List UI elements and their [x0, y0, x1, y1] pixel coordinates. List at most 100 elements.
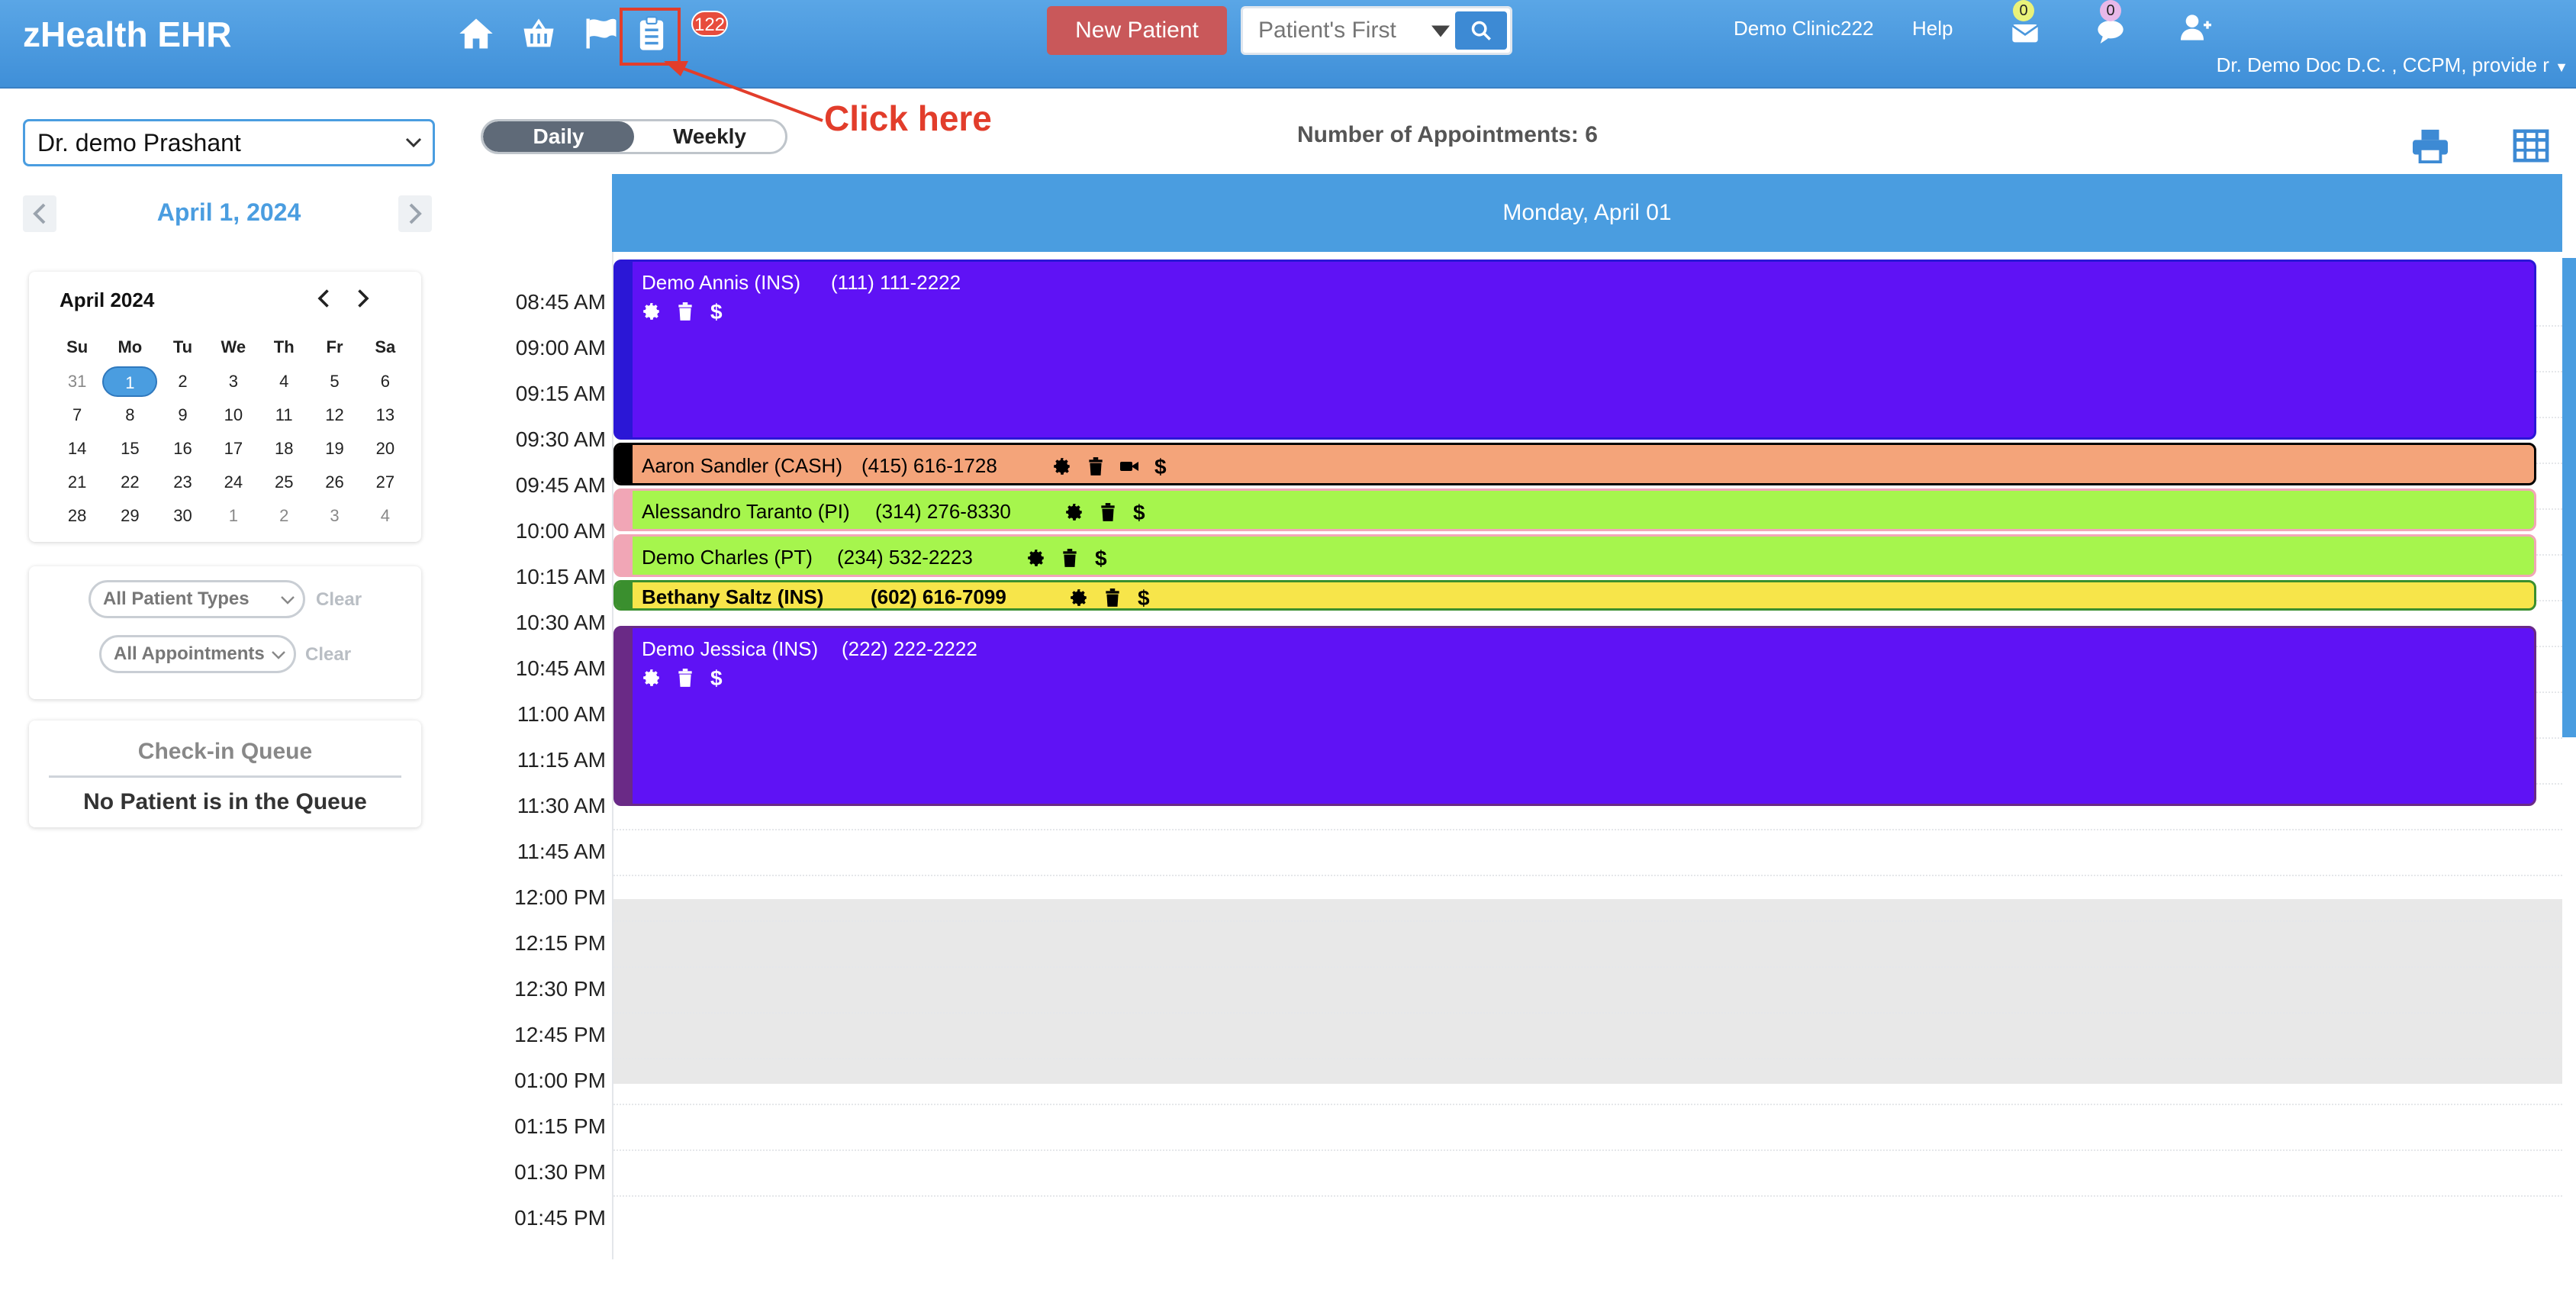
trash-icon[interactable] [675, 301, 695, 321]
search-type-dropdown-icon[interactable] [1429, 22, 1452, 40]
clear-appointment-button[interactable]: Clear [305, 644, 351, 666]
calendar-day[interactable]: 11 [259, 398, 309, 432]
gear-icon[interactable] [1069, 588, 1089, 608]
app-title[interactable]: zHealth EHR [23, 14, 231, 55]
calendar-day[interactable]: 13 [360, 398, 411, 432]
calendar-day[interactable]: 4 [360, 499, 411, 533]
calendar-day[interactable]: 31 [52, 365, 102, 398]
calendar-day[interactable]: 3 [208, 365, 259, 398]
patient-type-filter[interactable]: All Patient Types [89, 580, 305, 618]
appointment-patient-name[interactable]: Aaron Sandler (CASH) [642, 454, 842, 478]
gear-icon[interactable] [1064, 502, 1084, 522]
user-menu[interactable]: Dr. Demo Doc D.C. , CCPM, provide r ▼ [2217, 53, 2568, 77]
calendar-day[interactable]: 30 [157, 499, 208, 533]
calendar-day[interactable]: 16 [157, 432, 208, 466]
dollar-icon[interactable]: $ [1095, 546, 1107, 571]
trash-icon[interactable] [1086, 456, 1106, 476]
appointment-block[interactable]: Aaron Sandler (CASH) (415) 616-1728 $ [613, 443, 2536, 485]
calendar-day[interactable]: 1 [102, 365, 158, 398]
video-icon[interactable] [1119, 456, 1139, 476]
calendar-day[interactable]: 2 [259, 499, 309, 533]
calendar-prev-month-icon[interactable] [313, 287, 336, 310]
appointment-patient-name[interactable]: Demo Jessica (INS) [642, 637, 818, 661]
calendar-day[interactable]: 2 [157, 365, 208, 398]
gear-icon[interactable] [642, 301, 662, 321]
dollar-icon[interactable]: $ [710, 300, 723, 324]
calendar-day[interactable]: 6 [360, 365, 411, 398]
dollar-icon[interactable]: $ [1138, 586, 1150, 608]
calendar-day[interactable]: 17 [208, 432, 259, 466]
appointment-patient-name[interactable]: Alessandro Taranto (PI) [642, 500, 850, 524]
appointment-patient-name[interactable]: Demo Charles (PT) [642, 546, 813, 569]
mail-icon[interactable] [2010, 17, 2040, 47]
new-patient-button[interactable]: New Patient [1047, 6, 1227, 55]
trash-icon[interactable] [675, 668, 695, 688]
calendar-day[interactable]: 29 [102, 499, 157, 533]
calendar-day[interactable]: 7 [52, 398, 102, 432]
calendar-grid: Su Mo Tu We Th Fr Sa 31 1 2 3 4 5 6 7 8 9 10 11 12 13 14 15 16… [52, 330, 411, 533]
calendar-day[interactable]: 24 [208, 466, 259, 499]
appointment-patient-name[interactable]: Bethany Saltz (INS) [642, 585, 823, 608]
home-icon[interactable] [456, 14, 496, 53]
dollar-icon[interactable]: $ [1133, 501, 1145, 525]
trash-icon[interactable] [1103, 588, 1122, 608]
grid-view-icon[interactable] [2512, 128, 2550, 163]
trash-icon[interactable] [1098, 502, 1118, 522]
scrollbar[interactable] [2562, 258, 2576, 737]
clear-patient-type-button[interactable]: Clear [316, 589, 362, 611]
help-link[interactable]: Help [1912, 17, 1953, 40]
appointment-block[interactable]: Bethany Saltz (INS) (602) 616-7099 $ [613, 580, 2536, 611]
gear-icon[interactable] [1026, 548, 1046, 568]
flag-icon[interactable] [581, 14, 621, 53]
appointment-block[interactable]: Alessandro Taranto (PI) (314) 276-8330 $ [613, 488, 2536, 531]
calendar-day[interactable]: 20 [360, 432, 411, 466]
calendar-day[interactable]: 21 [52, 466, 102, 499]
calendar-day[interactable]: 23 [157, 466, 208, 499]
gear-icon[interactable] [1052, 456, 1072, 476]
calendar-day[interactable]: 27 [360, 466, 411, 499]
calendar-day[interactable]: 14 [52, 432, 102, 466]
chat-icon[interactable] [2095, 17, 2126, 47]
calendar-day[interactable]: 18 [259, 432, 309, 466]
appointment-patient-name[interactable]: Demo Annis (INS) [642, 271, 800, 295]
basket-icon[interactable] [519, 14, 559, 53]
divider [49, 775, 401, 778]
calendar-day[interactable]: 22 [102, 466, 157, 499]
next-day-button[interactable] [398, 195, 432, 232]
patient-search-input[interactable] [1258, 8, 1426, 53]
tab-weekly[interactable]: Weekly [634, 121, 785, 152]
appointment-block[interactable]: Demo Charles (PT) (234) 532-2223 $ [613, 534, 2536, 577]
calendar-day[interactable]: 1 [208, 499, 259, 533]
provider-select[interactable]: Dr. demo Prashant [23, 119, 435, 166]
clinic-name[interactable]: Demo Clinic222 [1734, 17, 1874, 40]
calendar-day[interactable]: 3 [309, 499, 359, 533]
calendar-day[interactable]: 15 [102, 432, 157, 466]
time-slot-line [613, 1149, 2562, 1151]
appointment-filter[interactable]: All Appointments [99, 635, 296, 673]
calendar-day[interactable]: 5 [309, 365, 359, 398]
calendar-day[interactable]: 26 [309, 466, 359, 499]
print-icon[interactable] [2411, 128, 2449, 163]
trash-icon[interactable] [1060, 548, 1080, 568]
calendar-next-month-icon[interactable] [351, 287, 374, 310]
gear-icon[interactable] [642, 668, 662, 688]
calendar-day[interactable]: 19 [309, 432, 359, 466]
calendar-day[interactable]: 28 [52, 499, 102, 533]
calendar-day[interactable]: 9 [157, 398, 208, 432]
calendar-day[interactable]: 25 [259, 466, 309, 499]
dollar-icon[interactable]: $ [710, 666, 723, 691]
calendar-day[interactable]: 10 [208, 398, 259, 432]
calendar-day[interactable]: 8 [102, 398, 157, 432]
search-button[interactable] [1455, 11, 1507, 50]
tab-daily[interactable]: Daily [483, 121, 634, 152]
appointment-block[interactable]: Demo Annis (INS) (111) 111-2222 $ [613, 260, 2536, 440]
appointment-block[interactable]: Demo Jessica (INS) (222) 222-2222 $ [613, 626, 2536, 806]
calendar-day[interactable]: 4 [259, 365, 309, 398]
dollar-icon[interactable]: $ [1154, 455, 1167, 479]
add-user-icon[interactable] [2179, 12, 2213, 43]
chevron-right-icon [409, 203, 422, 224]
calendar-day[interactable]: 12 [309, 398, 359, 432]
time-slot-label: 11:15 AM [517, 748, 606, 772]
mini-calendar: April 2024 Su Mo Tu We Th Fr Sa 31 1 2 3 4 5 6 7 8 9 10 1… [29, 272, 421, 542]
time-slot-label: 01:15 PM [514, 1114, 606, 1138]
